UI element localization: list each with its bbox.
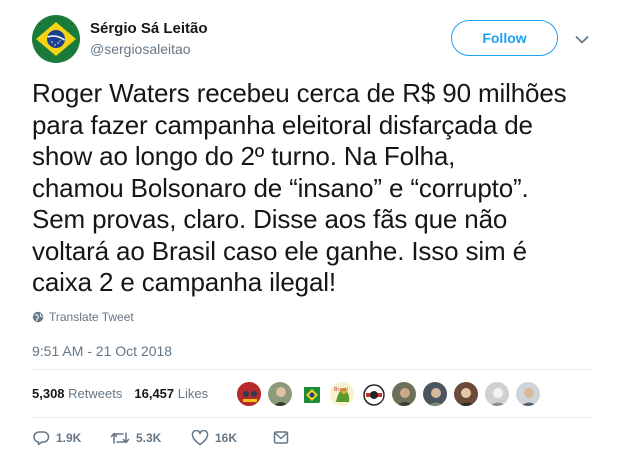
likes-stat[interactable]: 16,457 Likes — [134, 386, 208, 401]
tweet-card: Sérgio Sá Leitão @sergiosaleitao Follow … — [0, 0, 623, 463]
liker-avatar[interactable] — [298, 381, 324, 407]
liker-avatar[interactable] — [360, 381, 386, 407]
translate-tweet-link[interactable]: Translate Tweet — [32, 310, 134, 324]
tweet-text-line: Roger Waters recebeu cerca de R$ 90 milh… — [32, 78, 567, 108]
retweet-count: 5.3K — [136, 431, 162, 445]
user-display-name[interactable]: Sérgio Sá Leitão — [90, 20, 208, 37]
direct-message-action[interactable] — [273, 430, 289, 446]
follow-button[interactable]: Follow — [451, 20, 558, 56]
liker-avatar[interactable] — [484, 381, 510, 407]
heart-icon — [191, 430, 209, 446]
liker-avatar[interactable] — [453, 381, 479, 407]
divider — [32, 417, 592, 418]
tweet-text-line: Sem provas, claro. Disse aos fãs que não — [32, 204, 508, 234]
retweets-label: Retweets — [68, 386, 123, 401]
liker-avatar[interactable] — [391, 381, 417, 407]
tweet-stats: 5,308 Retweets 16,457 Likes — [32, 386, 208, 401]
tweet-text-line: chamou Bolsonaro de “insano” e “corrupto… — [32, 172, 529, 203]
globe-icon — [32, 311, 44, 323]
reply-count: 1.9K — [56, 431, 82, 445]
reply-icon — [33, 431, 50, 446]
brazil-flag-icon — [32, 15, 80, 63]
envelope-icon — [273, 431, 289, 444]
chevron-down-icon[interactable] — [575, 32, 589, 44]
retweets-count: 5,308 — [32, 386, 65, 401]
retweet-icon — [110, 432, 130, 444]
tweet-text-line: show ao longo do 2º turno. Na Folha, — [32, 141, 456, 171]
likes-count: 16,457 — [134, 386, 175, 401]
liker-avatar[interactable]: Brasil — [329, 381, 355, 407]
retweet-action[interactable]: 5.3K — [110, 430, 161, 446]
tweet-text: Roger Waters recebeu cerca de R$ 90 milh… — [32, 78, 607, 299]
translate-tweet-label: Translate Tweet — [49, 310, 134, 324]
reply-action[interactable]: 1.9K — [33, 430, 81, 446]
user-handle[interactable]: @sergiosaleitao — [90, 41, 191, 57]
tweet-text-line: caixa 2 e campanha ilegal! — [32, 267, 336, 297]
tweet-text-line: voltará ao Brasil caso ele ganhe. Isso s… — [32, 235, 527, 266]
liker-avatar[interactable] — [267, 381, 293, 407]
liker-avatar[interactable] — [422, 381, 448, 407]
tweet-text-line: para fazer campanha eleitoral disfarçada… — [32, 109, 533, 140]
user-avatar[interactable] — [32, 15, 80, 63]
svg-text:Brasil: Brasil — [334, 387, 348, 393]
retweets-stat[interactable]: 5,308 Retweets — [32, 386, 122, 401]
likes-label: Likes — [177, 386, 209, 401]
liker-avatar[interactable] — [236, 381, 262, 407]
liker-avatar[interactable] — [515, 381, 541, 407]
like-count: 16K — [215, 431, 238, 445]
divider — [32, 369, 592, 370]
like-action[interactable]: 16K — [191, 430, 237, 446]
tweet-timestamp[interactable]: 9:51 AM - 21 Oct 2018 — [32, 343, 172, 359]
